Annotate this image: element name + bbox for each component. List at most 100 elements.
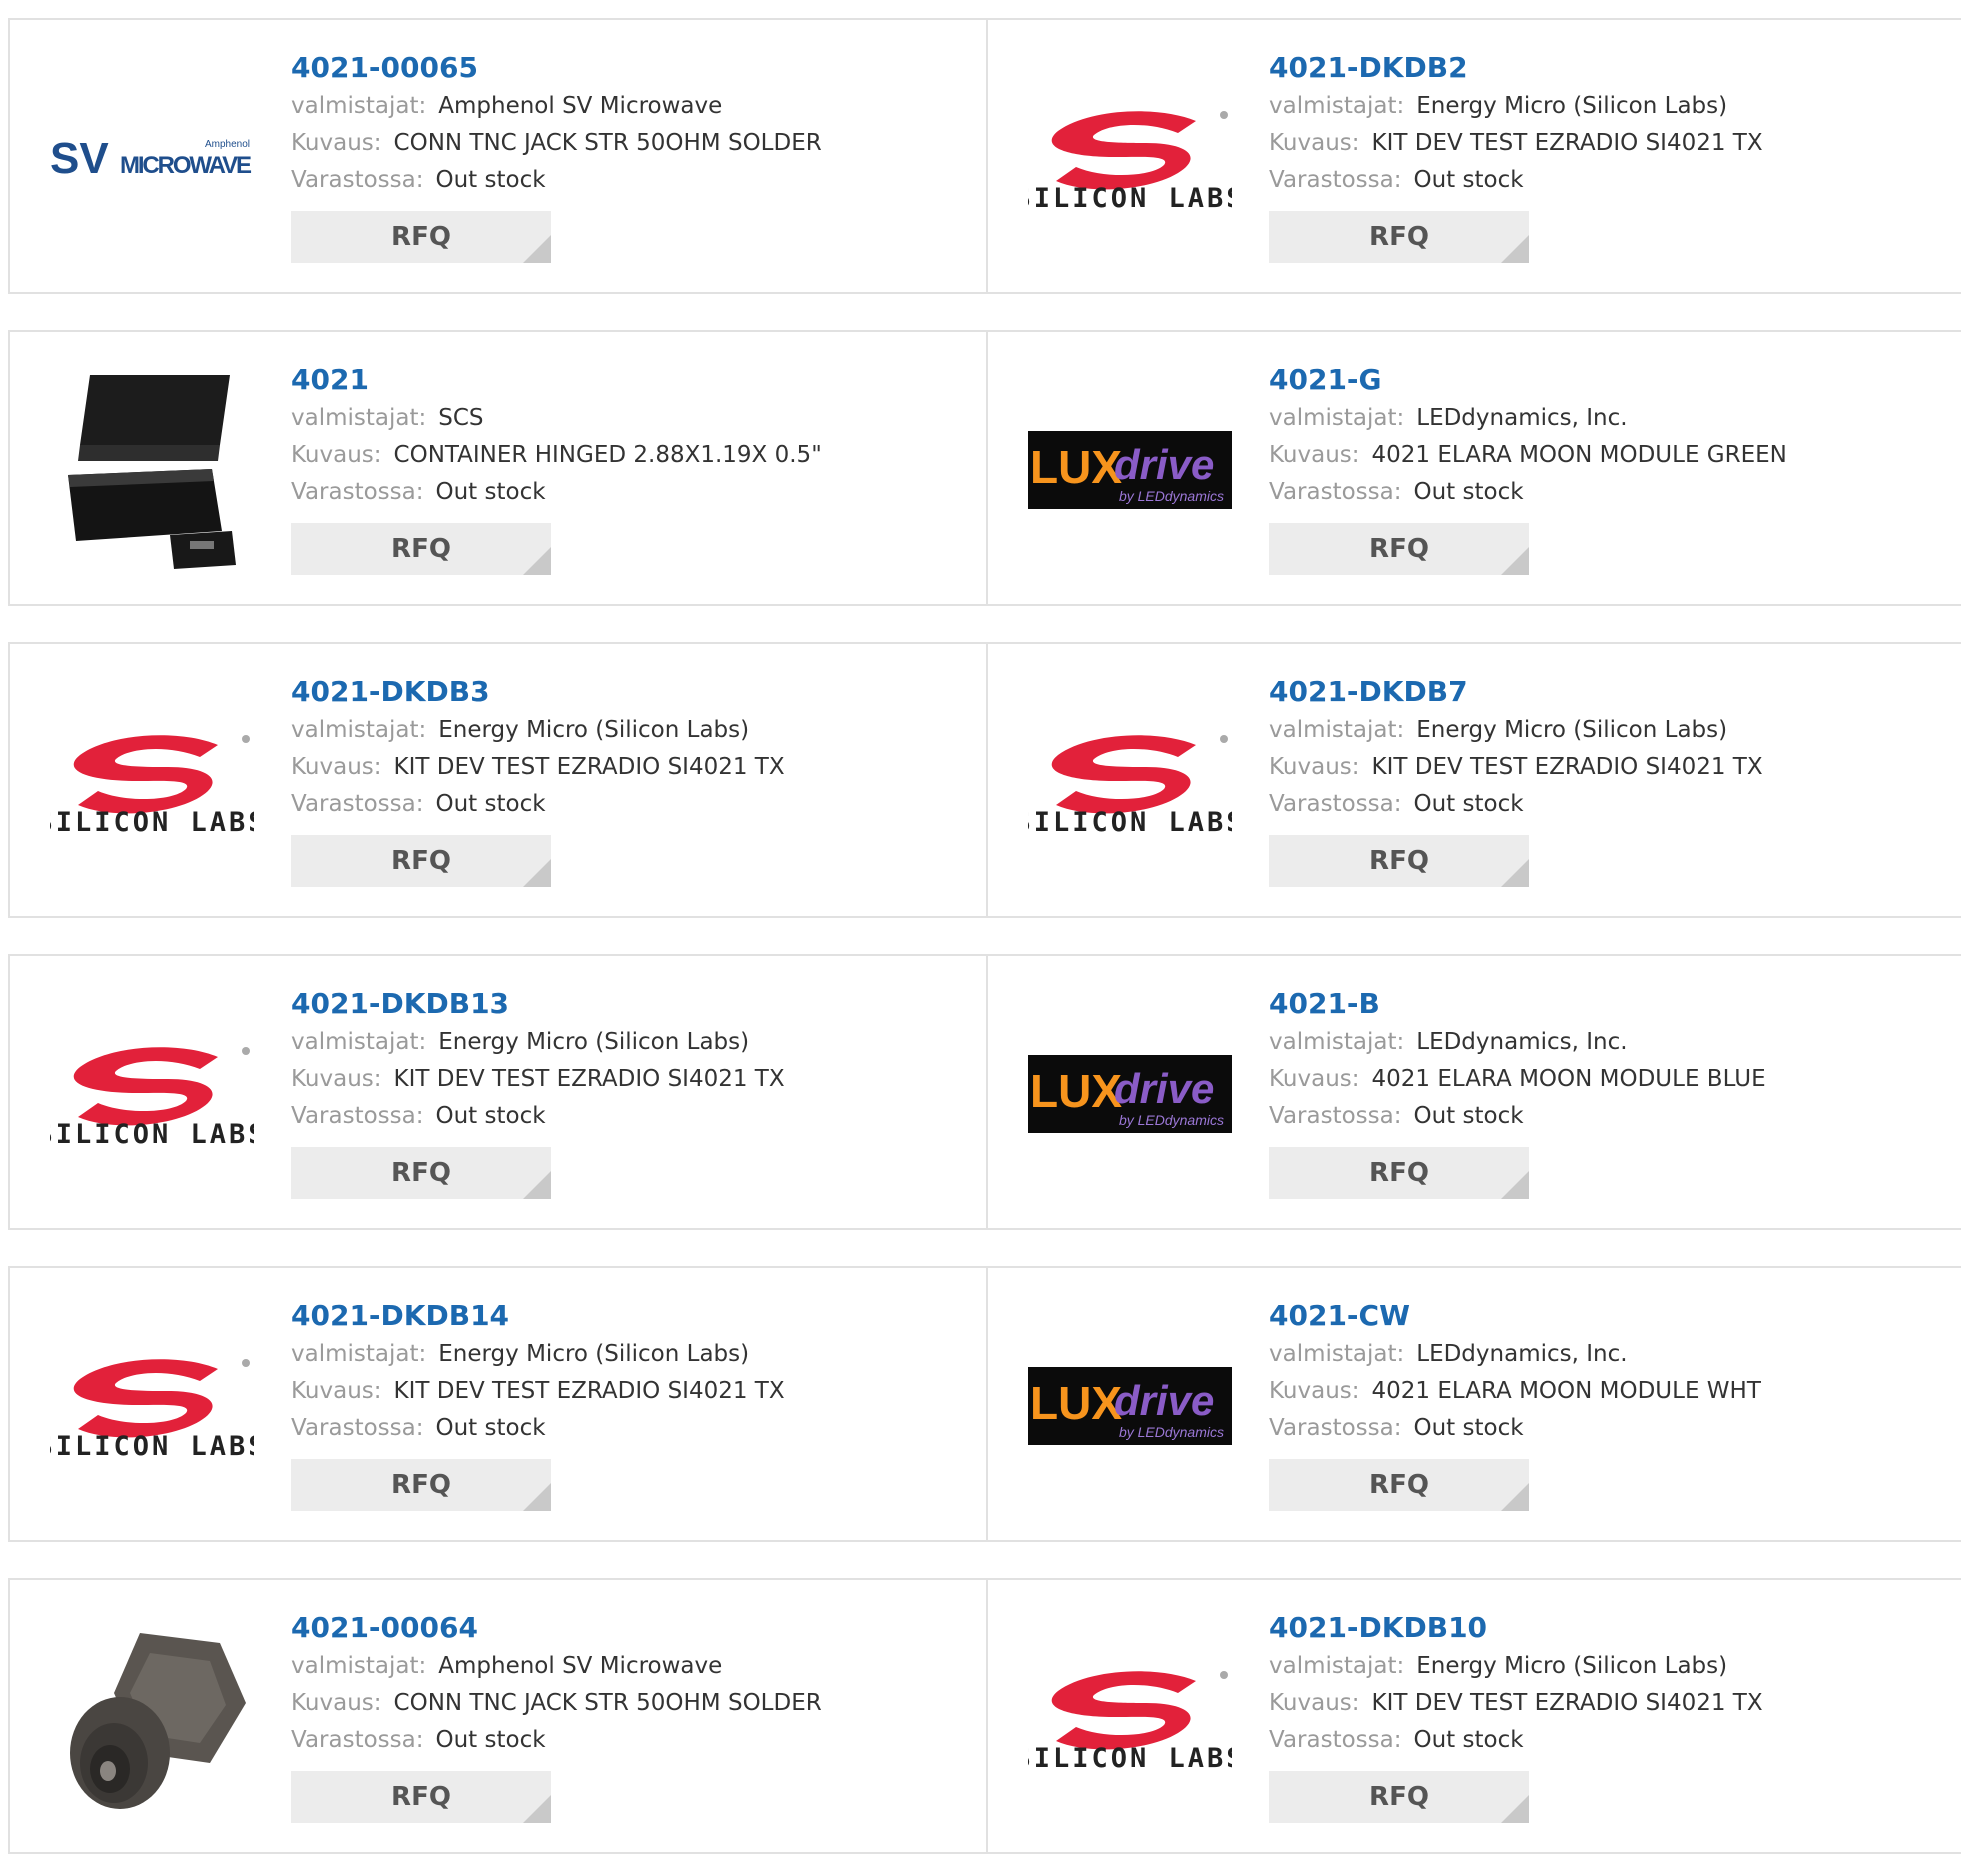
stock-line: Varastossa: Out stock <box>1269 1722 1763 1759</box>
part-number-link[interactable]: 4021-CW <box>1269 1296 1761 1336</box>
logo-text: SILICON LABS <box>1028 183 1232 213</box>
description-value: KIT DEV TEST EZRADIO SI4021 TX <box>1371 754 1763 780</box>
logo-text: SILICON LABS <box>50 1119 254 1149</box>
silicon-labs-logo[interactable]: SILICON LABS <box>48 664 256 900</box>
description-label: Kuvaus: <box>1269 442 1360 468</box>
rfq-button[interactable]: RFQ <box>1269 835 1529 887</box>
stock-label: Varastossa: <box>291 1415 424 1441</box>
silicon-labs-logo[interactable]: SILICON LABS <box>48 976 256 1212</box>
rfq-button[interactable]: RFQ <box>291 523 551 575</box>
part-number-link[interactable]: 4021-B <box>1269 984 1766 1024</box>
product-card: LUX drive by LEDdynamics 4021-CW valmist… <box>986 1266 1961 1542</box>
rfq-button[interactable]: RFQ <box>291 835 551 887</box>
rfq-button[interactable]: RFQ <box>291 1147 551 1199</box>
stock-label: Varastossa: <box>1269 167 1402 193</box>
part-number-link[interactable]: 4021 <box>291 360 822 400</box>
product-row: 4021 valmistajat: SCS Kuvaus: CONTAINER HI… <box>8 330 1961 606</box>
description-label: Kuvaus: <box>291 130 382 156</box>
corner-triangle-icon <box>1501 859 1529 887</box>
description-value: CONN TNC JACK STR 50OHM SOLDER <box>393 1690 822 1716</box>
manufacturer-label: valmistajat: <box>1269 1029 1405 1055</box>
luxdrive-logo[interactable]: LUX drive by LEDdynamics <box>1026 976 1234 1212</box>
product-info: 4021-DKDB13 valmistajat: Energy Micro (Si… <box>291 984 785 1199</box>
product-info: 4021-DKDB7 valmistajat: Energy Micro (Sil… <box>1269 672 1763 887</box>
corner-triangle-icon <box>523 547 551 575</box>
part-number-link[interactable]: 4021-00065 <box>291 48 822 88</box>
rfq-label: RFQ <box>391 1158 451 1188</box>
product-info: 4021-DKDB14 valmistajat: Energy Micro (Si… <box>291 1296 785 1511</box>
product-card: LUX drive by LEDdynamics 4021-B valmista… <box>986 954 1961 1230</box>
svg-text:Amphenol: Amphenol <box>205 139 250 150</box>
product-row: SV MICROWAVE Amphenol 4021-00065 valmist… <box>8 18 1961 294</box>
stock-line: Varastossa: Out stock <box>291 1098 785 1135</box>
part-number-link[interactable]: 4021-DKDB3 <box>291 672 785 712</box>
svg-text:SV: SV <box>50 134 109 183</box>
stock-value: Out stock <box>435 791 546 817</box>
rfq-button[interactable]: RFQ <box>1269 211 1529 263</box>
part-number-link[interactable]: 4021-G <box>1269 360 1787 400</box>
sv-microwave-logo[interactable]: SV MICROWAVE Amphenol <box>48 40 256 276</box>
manufacturer-line: valmistajat: Energy Micro (Silicon Labs) <box>1269 712 1763 749</box>
description-line: Kuvaus: KIT DEV TEST EZRADIO SI4021 TX <box>1269 1685 1763 1722</box>
part-number-link[interactable]: 4021-00064 <box>291 1608 822 1648</box>
product-photo[interactable] <box>48 1600 256 1836</box>
stock-value: Out stock <box>1413 167 1524 193</box>
description-line: Kuvaus: CONTAINER HINGED 2.88X1.19X 0.5" <box>291 437 822 474</box>
part-number-link[interactable]: 4021-DKDB13 <box>291 984 785 1024</box>
manufacturer-label: valmistajat: <box>1269 1653 1405 1679</box>
stock-value: Out stock <box>435 479 546 505</box>
description-value: KIT DEV TEST EZRADIO SI4021 TX <box>393 1066 785 1092</box>
rfq-button[interactable]: RFQ <box>291 1459 551 1511</box>
manufacturer-label: valmistajat: <box>1269 717 1405 743</box>
silicon-labs-logo[interactable]: SILICON LABS <box>1026 664 1234 900</box>
luxdrive-logo[interactable]: LUX drive by LEDdynamics <box>1026 1288 1234 1524</box>
product-card: SILICON LABS 4021-DKDB10 valmistajat: Ene… <box>986 1578 1961 1854</box>
part-number-link[interactable]: 4021-DKDB7 <box>1269 672 1763 712</box>
luxdrive-logo[interactable]: LUX drive by LEDdynamics <box>1026 352 1234 588</box>
description-value: 4021 ELARA MOON MODULE GREEN <box>1371 442 1787 468</box>
product-info: 4021-DKDB2 valmistajat: Energy Micro (Sil… <box>1269 48 1763 263</box>
rfq-label: RFQ <box>391 534 451 564</box>
stock-label: Varastossa: <box>291 479 424 505</box>
rfq-button[interactable]: RFQ <box>291 1771 551 1823</box>
manufacturer-value: LEDdynamics, Inc. <box>1416 1341 1628 1367</box>
description-line: Kuvaus: KIT DEV TEST EZRADIO SI4021 TX <box>291 749 785 786</box>
rfq-button[interactable]: RFQ <box>1269 1459 1529 1511</box>
rfq-button[interactable]: RFQ <box>291 211 551 263</box>
corner-triangle-icon <box>523 859 551 887</box>
silicon-labs-logo[interactable]: SILICON LABS <box>1026 1600 1234 1836</box>
silicon-labs-logo[interactable]: SILICON LABS <box>1026 40 1234 276</box>
manufacturer-label: valmistajat: <box>291 1029 427 1055</box>
description-label: Kuvaus: <box>291 754 382 780</box>
manufacturer-label: valmistajat: <box>1269 93 1405 119</box>
stock-value: Out stock <box>1413 479 1524 505</box>
product-photo[interactable] <box>48 352 256 588</box>
stock-value: Out stock <box>435 1103 546 1129</box>
rfq-button[interactable]: RFQ <box>1269 523 1529 575</box>
stock-label: Varastossa: <box>291 1727 424 1753</box>
part-number-link[interactable]: 4021-DKDB10 <box>1269 1608 1763 1648</box>
part-number-link[interactable]: 4021-DKDB2 <box>1269 48 1763 88</box>
description-value: KIT DEV TEST EZRADIO SI4021 TX <box>1371 130 1763 156</box>
manufacturer-value: Energy Micro (Silicon Labs) <box>438 1341 750 1367</box>
manufacturer-value: Amphenol SV Microwave <box>438 93 723 119</box>
description-label: Kuvaus: <box>291 442 382 468</box>
rfq-label: RFQ <box>391 1470 451 1500</box>
corner-triangle-icon <box>1501 1795 1529 1823</box>
svg-text:drive: drive <box>1114 441 1214 488</box>
corner-triangle-icon <box>523 1171 551 1199</box>
corner-triangle-icon <box>523 1795 551 1823</box>
description-label: Kuvaus: <box>291 1690 382 1716</box>
rfq-label: RFQ <box>1369 534 1429 564</box>
description-label: Kuvaus: <box>1269 1066 1360 1092</box>
description-label: Kuvaus: <box>1269 754 1360 780</box>
rfq-button[interactable]: RFQ <box>1269 1147 1529 1199</box>
product-row: SILICON LABS 4021-DKDB3 valmistajat: Ener… <box>8 642 1961 918</box>
description-label: Kuvaus: <box>1269 1690 1360 1716</box>
stock-label: Varastossa: <box>1269 1727 1402 1753</box>
product-info: 4021-00065 valmistajat: Amphenol SV Micro… <box>291 48 822 263</box>
silicon-labs-logo[interactable]: SILICON LABS <box>48 1288 256 1524</box>
rfq-button[interactable]: RFQ <box>1269 1771 1529 1823</box>
description-value: CONTAINER HINGED 2.88X1.19X 0.5" <box>393 442 822 468</box>
part-number-link[interactable]: 4021-DKDB14 <box>291 1296 785 1336</box>
